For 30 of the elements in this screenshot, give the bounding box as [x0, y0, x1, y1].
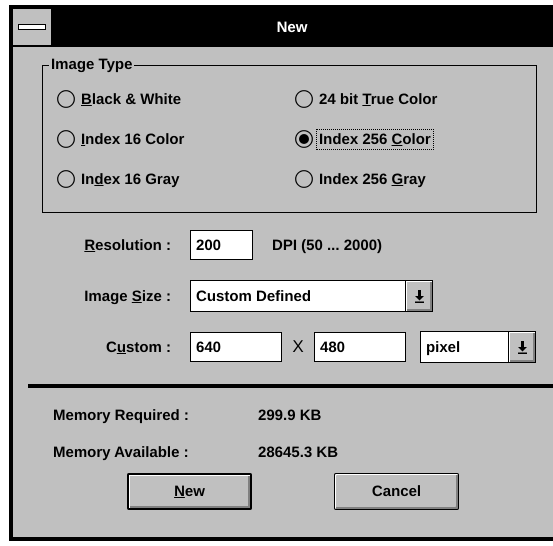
radio-label[interactable]: 24 bit True Color	[316, 88, 440, 110]
memory-value: 299.9 KB	[258, 406, 322, 424]
memory-label: Memory Available :	[53, 444, 190, 460]
dialog-button[interactable]: New	[127, 473, 252, 510]
radio-label[interactable]: Index 256 Color	[316, 128, 434, 150]
field-label: Resolution :	[83, 236, 172, 254]
radio-label[interactable]: Index 16 Gray	[78, 168, 182, 190]
times-sign: X	[291, 337, 305, 357]
height-field[interactable]: 480	[314, 332, 406, 362]
range-text: DPI (50 ... 2000)	[272, 236, 382, 254]
window-title: New	[276, 18, 308, 36]
radio-button[interactable]	[57, 130, 75, 148]
radio-button[interactable]	[57, 170, 75, 188]
memory-label: Memory Required :	[53, 406, 190, 424]
radio-button[interactable]	[295, 170, 313, 188]
radio-button[interactable]	[295, 130, 313, 148]
unit-dropdown[interactable]: pixel	[420, 331, 536, 363]
radio-button[interactable]	[295, 90, 313, 108]
radio-label[interactable]: Index 16 Color	[78, 128, 188, 150]
dialog-button[interactable]: Cancel	[334, 473, 459, 510]
radio-label[interactable]: Index 256 Gray	[316, 168, 429, 190]
memory-value: 28645.3 KB	[258, 444, 338, 460]
radio-label[interactable]: Black & White	[78, 88, 184, 110]
radio-button[interactable]	[57, 90, 75, 108]
system-menu-button[interactable]	[13, 9, 51, 45]
field-label: Custom :	[104, 338, 172, 356]
resolution-field[interactable]: 200	[190, 230, 253, 260]
size-dropdown[interactable]: Custom Defined	[190, 280, 433, 312]
field-label: Image Size :	[83, 288, 172, 304]
width-field[interactable]: 640	[190, 332, 282, 362]
